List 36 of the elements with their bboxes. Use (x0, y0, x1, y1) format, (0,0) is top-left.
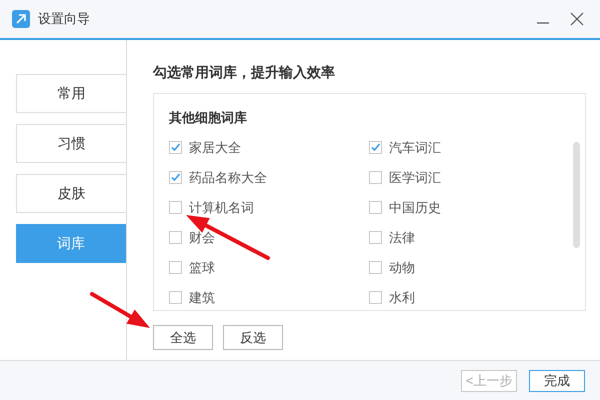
checkbox[interactable] (169, 291, 182, 304)
checkbox[interactable] (369, 291, 382, 304)
section-heading: 勾选常用词库，提升输入效率 (153, 63, 336, 82)
sidebar-tab[interactable]: 皮肤 (16, 174, 126, 213)
checkbox[interactable] (369, 141, 382, 154)
scrollbar[interactable] (573, 142, 580, 248)
checkbox-row[interactable]: 汽车词汇 (369, 132, 569, 162)
checkbox[interactable] (169, 141, 182, 154)
app-logo-icon (12, 10, 30, 28)
checkbox[interactable] (369, 231, 382, 244)
checkbox[interactable] (369, 171, 382, 184)
checkbox[interactable] (369, 261, 382, 274)
checkbox-row[interactable]: 法律 (369, 222, 569, 252)
sidebar-tab[interactable]: 常用 (16, 74, 126, 113)
footer-button[interactable]: 完成 (529, 370, 585, 392)
checkbox[interactable] (169, 231, 182, 244)
checkbox[interactable] (369, 201, 382, 214)
window-title: 设置向导 (38, 10, 90, 28)
checkbox-row[interactable]: 财会 (169, 222, 369, 252)
checkbox[interactable] (169, 201, 182, 214)
checkbox-row[interactable]: 水利 (369, 282, 569, 312)
sidebar-tab[interactable]: 习惯 (16, 124, 126, 163)
action-button[interactable]: 反选 (223, 325, 283, 350)
action-button[interactable]: 全选 (153, 325, 213, 350)
checkbox-row[interactable]: 医学词汇 (369, 162, 569, 192)
checkbox[interactable] (169, 261, 182, 274)
checkbox-row[interactable]: 建筑 (169, 282, 369, 312)
checkbox-row[interactable]: 篮球 (169, 252, 369, 282)
checkbox-row[interactable]: 中国历史 (369, 192, 569, 222)
checkbox-row[interactable]: 动物 (369, 252, 569, 282)
group-title: 其他细胞词库 (169, 109, 248, 127)
checkbox-row[interactable]: 家居大全 (169, 132, 369, 162)
checkbox[interactable] (169, 171, 182, 184)
close-icon[interactable] (570, 12, 584, 26)
checkbox-row[interactable]: 计算机名词 (169, 192, 369, 222)
checkbox-row[interactable]: 药品名称大全 (169, 162, 369, 192)
